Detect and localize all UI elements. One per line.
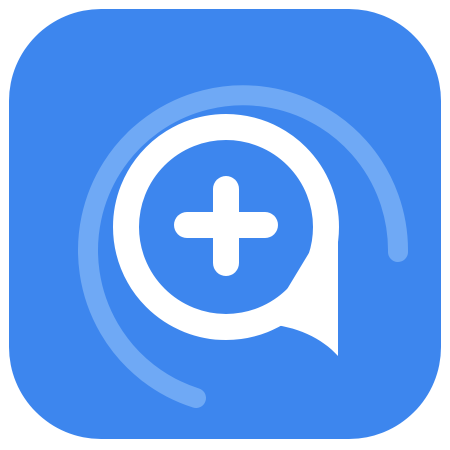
app-icon[interactable] xyxy=(0,0,450,450)
app-icon-stage xyxy=(0,0,450,450)
